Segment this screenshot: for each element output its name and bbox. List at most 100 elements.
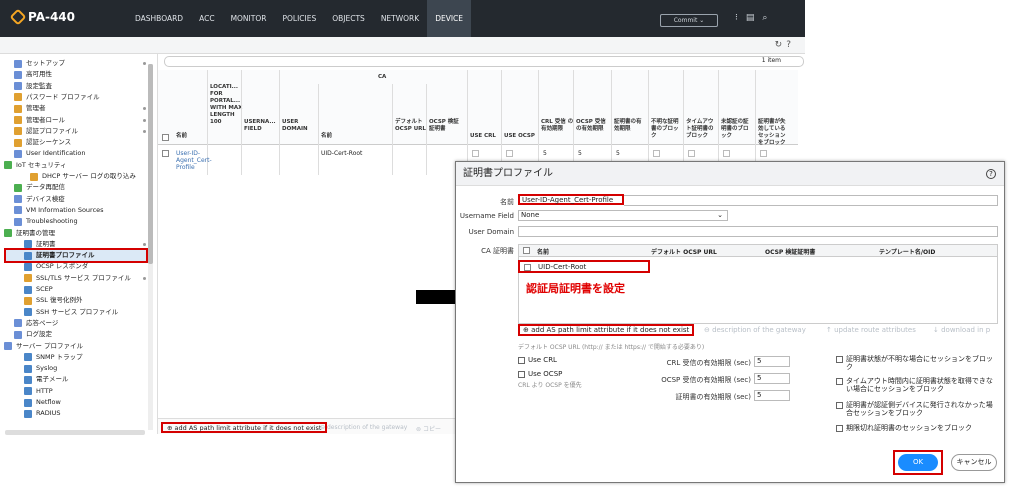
add-button[interactable]: ⊕ add AS path limit attribute if it does… bbox=[161, 422, 328, 433]
use-crl-checkbox[interactable]: Use CRL bbox=[518, 356, 557, 364]
sidebar-item-27[interactable]: Syslog bbox=[24, 363, 57, 374]
column-header-13[interactable]: タイムアウ ト証明書の ブロック bbox=[686, 119, 720, 140]
sidebar-item-13[interactable]: VM Information Sources bbox=[14, 205, 104, 216]
sidebar-item-10[interactable]: DHCP サーバー ログの取り込み bbox=[30, 171, 136, 182]
sidebar-item-23[interactable]: 応答ページ bbox=[14, 318, 58, 329]
column-header-15[interactable]: 証明書が失 効している セッション をブロック bbox=[758, 119, 792, 147]
block-unissued-checkbox[interactable]: 証明書が認証側デバイスに発行されなかった場合セッションをブロック bbox=[836, 401, 996, 417]
search-icon[interactable]: ⌕ bbox=[762, 13, 775, 23]
sidebar-item-0[interactable]: セットアップ bbox=[14, 58, 65, 69]
sidebar-item-4[interactable]: 管理者 bbox=[14, 103, 46, 114]
use-ocsp-checkbox[interactable]: Use OCSP bbox=[518, 370, 562, 378]
column-header-6[interactable]: OCSP 検証 証明書 bbox=[429, 119, 463, 133]
sidebar-item-8[interactable]: User Identification bbox=[14, 148, 86, 159]
ocsp-timeout-input[interactable]: 5 bbox=[754, 373, 790, 384]
tab-dashboard[interactable]: DASHBOARD bbox=[127, 0, 191, 37]
column-header-0[interactable]: 名前 bbox=[176, 133, 210, 140]
search-input[interactable] bbox=[164, 56, 804, 67]
sidebar-item-19[interactable]: SSL/TLS サービス プロファイル bbox=[24, 273, 131, 284]
cancel-button[interactable]: キャンセル bbox=[951, 454, 997, 471]
cert-timeout-input[interactable]: 5 bbox=[754, 390, 790, 401]
sidebar-item-26[interactable]: SNMP トラップ bbox=[24, 352, 83, 363]
sidebar-item-12[interactable]: デバイス検疫 bbox=[14, 194, 65, 205]
block-timeout-box[interactable] bbox=[836, 378, 843, 385]
column-header-14[interactable]: 未認証の証 明書のブロ ック bbox=[721, 119, 755, 140]
column-header-11[interactable]: 証明書の有 効期限 bbox=[614, 119, 648, 133]
row-checkbox[interactable] bbox=[162, 150, 169, 157]
sidebar-item-25[interactable]: サーバー プロファイル bbox=[4, 341, 83, 352]
ok-button[interactable]: OK bbox=[898, 454, 938, 471]
sidebar-item-31[interactable]: RADIUS bbox=[24, 408, 61, 419]
row-name-link[interactable]: User-ID-Agent_Cert-Profile bbox=[176, 150, 216, 171]
sidebar-item-22[interactable]: SSH サービス プロファイル bbox=[24, 307, 118, 318]
column-header-3[interactable]: USER DOMAIN bbox=[282, 119, 316, 133]
sidebar-item-14[interactable]: Troubleshooting bbox=[14, 216, 78, 227]
column-header-8[interactable]: USE OCSP bbox=[504, 133, 538, 140]
sidebar-item-6[interactable]: 認証プロファイル bbox=[14, 126, 78, 137]
sidebar-hscrollbar[interactable] bbox=[5, 430, 145, 435]
ca-update-button[interactable]: ↑ update route attributes bbox=[826, 326, 916, 334]
column-header-9[interactable]: CRL 受信 の有効期限 bbox=[541, 119, 575, 133]
sidebar-scrollbar[interactable] bbox=[148, 64, 153, 430]
block-unknown-checkbox[interactable]: 証明書状態が不明な場合にセッションをブロック bbox=[836, 355, 996, 371]
domain-input[interactable] bbox=[518, 226, 998, 237]
ca-select-all[interactable] bbox=[523, 247, 530, 254]
ca-row-highlight[interactable]: UID-Cert-Root bbox=[518, 260, 650, 273]
tab-network[interactable]: NETWORK bbox=[373, 0, 427, 37]
column-header-10[interactable]: OCSP 受信 の有効期限 bbox=[576, 119, 610, 133]
sidebar-item-21[interactable]: SSL 復号化例外 bbox=[24, 295, 82, 306]
tab-device[interactable]: DEVICE bbox=[427, 0, 472, 37]
column-header-2[interactable]: USERNA... FIELD bbox=[244, 119, 278, 133]
tab-objects[interactable]: OBJECTS bbox=[324, 0, 373, 37]
ca-download-button[interactable]: ↓ download in p bbox=[933, 326, 997, 334]
block-timeout-checkbox[interactable]: タイムアウト時間内に証明書状態を取得できない場合にセッションをブロック bbox=[836, 377, 996, 393]
sidebar-item-16[interactable]: 証明書 bbox=[24, 239, 56, 250]
block-unissued-box[interactable] bbox=[836, 402, 843, 409]
column-header-12[interactable]: 不明な証明 書のブロッ ク bbox=[651, 119, 685, 140]
use-crl-box[interactable] bbox=[518, 357, 525, 364]
use-ocsp-box[interactable] bbox=[518, 371, 525, 378]
sidebar-item-18[interactable]: OCSP レスポンダ bbox=[24, 261, 88, 272]
block-expired-checkbox[interactable]: 期限切れ証明書のセッションをブロック bbox=[836, 424, 996, 432]
description-button[interactable]: ⊖ description of the gateway bbox=[320, 424, 407, 431]
tab-monitor[interactable]: MONITOR bbox=[223, 0, 275, 37]
help-icon[interactable]: ? bbox=[786, 40, 795, 50]
username-select[interactable]: None ⌄ bbox=[518, 210, 728, 221]
lock-icon[interactable]: ⁝ bbox=[735, 13, 746, 23]
sidebar-item-11[interactable]: データ再配信 bbox=[14, 182, 65, 193]
ca-row-checkbox[interactable] bbox=[524, 264, 531, 271]
ca-add-button[interactable]: ⊕ add AS path limit attribute if it does… bbox=[518, 324, 695, 336]
select-all-checkbox[interactable] bbox=[162, 134, 169, 141]
refresh-icon[interactable]: ↻ bbox=[775, 40, 787, 50]
name-input-rest[interactable] bbox=[624, 195, 998, 206]
name-input[interactable]: User-ID-Agent_Cert-Profile bbox=[518, 194, 624, 205]
sidebar-item-5[interactable]: 管理者ロール bbox=[14, 115, 65, 126]
config-icon[interactable]: ▤ bbox=[746, 13, 763, 23]
column-header-5[interactable]: デフォルト OCSP URL bbox=[395, 119, 429, 133]
block-unknown-box[interactable] bbox=[836, 356, 843, 363]
sidebar-item-29[interactable]: HTTP bbox=[24, 386, 53, 397]
sidebar-item-7[interactable]: 認証シーケンス bbox=[14, 137, 71, 148]
copy-button[interactable]: ⊚ コピー bbox=[416, 424, 441, 433]
sidebar-item-15[interactable]: 証明書の管理 bbox=[4, 228, 55, 239]
sidebar-item-24[interactable]: ログ設定 bbox=[14, 329, 52, 340]
sidebar-item-2[interactable]: 設定監査 bbox=[14, 81, 52, 92]
sidebar-item-28[interactable]: 電子メール bbox=[24, 374, 69, 385]
sidebar-item-9[interactable]: IoT セキュリティ bbox=[4, 160, 67, 171]
block-expired-box[interactable] bbox=[836, 425, 843, 432]
sidebar-item-3[interactable]: パスワード プロファイル bbox=[14, 92, 100, 103]
sidebar-item-20[interactable]: SCEP bbox=[24, 284, 53, 295]
column-header-4[interactable]: 名前 bbox=[321, 133, 391, 140]
sidebar-item-30[interactable]: Netflow bbox=[24, 397, 61, 408]
column-header-1[interactable]: LOCATI... FOR PORTAL... WITH MAX LENGTH … bbox=[210, 84, 244, 126]
column-header-7[interactable]: USE CRL bbox=[470, 133, 504, 140]
tab-acc[interactable]: ACC bbox=[191, 0, 222, 37]
crl-timeout-input[interactable]: 5 bbox=[754, 356, 790, 367]
help-icon[interactable]: ? bbox=[986, 169, 996, 179]
ca-description-button[interactable]: ⊖ description of the gateway bbox=[704, 326, 806, 334]
commit-button[interactable]: Commit ⌄ bbox=[660, 14, 718, 27]
sidebar-item-1[interactable]: 高可用性 bbox=[14, 69, 52, 80]
tab-policies[interactable]: POLICIES bbox=[274, 0, 324, 37]
scroll-thumb[interactable] bbox=[148, 64, 153, 264]
sidebar-item-17[interactable]: 証明書プロファイル bbox=[4, 248, 148, 264]
